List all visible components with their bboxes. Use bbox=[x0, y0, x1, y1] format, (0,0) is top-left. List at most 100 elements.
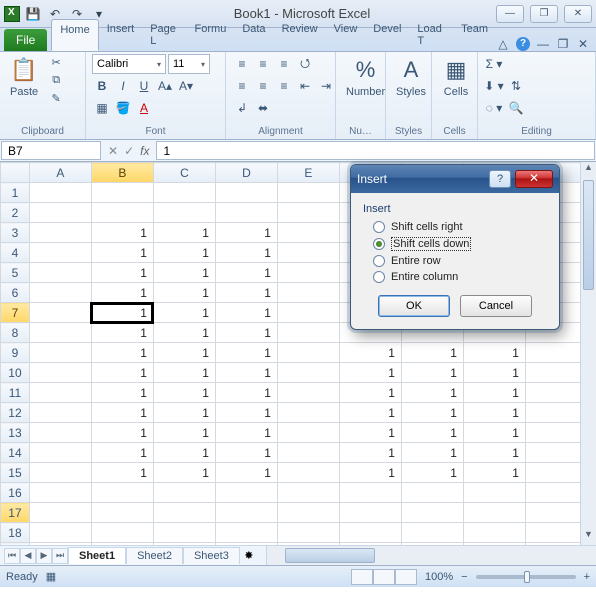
formula-input[interactable]: 1 bbox=[156, 141, 595, 160]
cell[interactable]: 1 bbox=[463, 343, 525, 363]
column-header[interactable]: C bbox=[153, 163, 215, 183]
paste-button[interactable]: 📋 Paste bbox=[6, 54, 42, 100]
cell[interactable] bbox=[29, 503, 91, 523]
page-layout-view-button[interactable] bbox=[373, 569, 395, 585]
cell[interactable] bbox=[339, 523, 401, 543]
cell[interactable] bbox=[153, 503, 215, 523]
cell[interactable] bbox=[91, 203, 153, 223]
font-color-button[interactable]: A bbox=[134, 98, 154, 118]
cell[interactable] bbox=[525, 503, 587, 523]
cell[interactable]: 1 bbox=[339, 383, 401, 403]
fx-icon[interactable]: fx bbox=[140, 144, 149, 158]
cell[interactable] bbox=[29, 243, 91, 263]
file-tab[interactable]: File bbox=[4, 29, 47, 51]
sheet-tab[interactable]: Sheet2 bbox=[126, 547, 183, 564]
cell[interactable] bbox=[339, 503, 401, 523]
cell[interactable]: 1 bbox=[91, 243, 153, 263]
cell[interactable] bbox=[91, 523, 153, 543]
cell[interactable]: 1 bbox=[153, 283, 215, 303]
cell[interactable] bbox=[277, 323, 339, 343]
cell[interactable] bbox=[401, 503, 463, 523]
ribbon-tab-view[interactable]: View bbox=[326, 19, 366, 51]
cell[interactable] bbox=[29, 203, 91, 223]
cell[interactable]: 1 bbox=[153, 303, 215, 323]
row-header[interactable]: 5 bbox=[1, 263, 30, 283]
ribbon-tab-page-l[interactable]: Page L bbox=[142, 19, 186, 51]
cell[interactable] bbox=[401, 523, 463, 543]
cell[interactable]: 1 bbox=[463, 423, 525, 443]
cell[interactable]: 1 bbox=[215, 463, 277, 483]
tab-nav-first[interactable]: ⏮ bbox=[4, 548, 20, 564]
enter-formula-icon[interactable]: ✓ bbox=[124, 144, 134, 158]
cell[interactable] bbox=[277, 263, 339, 283]
cell[interactable] bbox=[277, 183, 339, 203]
maximize-button[interactable]: ❐ bbox=[530, 5, 558, 23]
cell[interactable] bbox=[277, 363, 339, 383]
cell[interactable] bbox=[29, 283, 91, 303]
cell[interactable] bbox=[277, 343, 339, 363]
cell[interactable]: 1 bbox=[91, 323, 153, 343]
cell[interactable]: 1 bbox=[153, 223, 215, 243]
cell[interactable]: 1 bbox=[91, 363, 153, 383]
cell-styles-button[interactable]: AStyles bbox=[392, 54, 430, 100]
merge-center-button[interactable]: ⬌ bbox=[253, 98, 273, 118]
select-all-corner[interactable] bbox=[1, 163, 30, 183]
cell[interactable]: 1 bbox=[463, 363, 525, 383]
align-middle-button[interactable]: ≡ bbox=[253, 54, 273, 74]
zoom-slider-knob[interactable] bbox=[524, 571, 530, 583]
cell[interactable]: 1 bbox=[91, 383, 153, 403]
cell[interactable] bbox=[525, 443, 587, 463]
cell[interactable]: 1 bbox=[153, 323, 215, 343]
cell[interactable] bbox=[29, 523, 91, 543]
cell[interactable] bbox=[525, 523, 587, 543]
cell[interactable]: 1 bbox=[153, 383, 215, 403]
fill-button[interactable]: ⬇ ▾ bbox=[484, 76, 504, 96]
cell[interactable] bbox=[277, 203, 339, 223]
cell[interactable]: 1 bbox=[153, 263, 215, 283]
cell[interactable] bbox=[29, 363, 91, 383]
increase-indent-button[interactable]: ⇥ bbox=[316, 76, 336, 96]
cell[interactable]: 1 bbox=[153, 403, 215, 423]
autosum-button[interactable]: Σ ▾ bbox=[484, 54, 504, 74]
fill-color-button[interactable]: 🪣 bbox=[113, 98, 133, 118]
cell[interactable]: 1 bbox=[401, 363, 463, 383]
cell[interactable] bbox=[525, 403, 587, 423]
cell[interactable] bbox=[277, 243, 339, 263]
row-header[interactable]: 16 bbox=[1, 483, 30, 503]
row-header[interactable]: 12 bbox=[1, 403, 30, 423]
cell[interactable]: 1 bbox=[153, 243, 215, 263]
cell[interactable]: 1 bbox=[463, 443, 525, 463]
column-header[interactable]: E bbox=[277, 163, 339, 183]
cell[interactable] bbox=[525, 343, 587, 363]
insert-option-radio[interactable]: Shift cells down bbox=[373, 237, 547, 251]
ribbon-tab-team[interactable]: Team bbox=[453, 19, 496, 51]
cell[interactable] bbox=[29, 463, 91, 483]
cell[interactable] bbox=[29, 263, 91, 283]
cell[interactable] bbox=[91, 503, 153, 523]
cell[interactable]: 1 bbox=[91, 223, 153, 243]
cell[interactable]: 1 bbox=[401, 423, 463, 443]
ribbon-tab-load-t[interactable]: Load T bbox=[409, 19, 453, 51]
cell[interactable]: 1 bbox=[215, 283, 277, 303]
cell[interactable] bbox=[277, 463, 339, 483]
cell[interactable]: 1 bbox=[401, 343, 463, 363]
cell[interactable]: 1 bbox=[215, 243, 277, 263]
column-header[interactable]: B bbox=[91, 163, 153, 183]
vertical-scrollbar[interactable]: ▲ ▼ bbox=[580, 162, 596, 545]
row-header[interactable]: 13 bbox=[1, 423, 30, 443]
align-right-button[interactable]: ≡ bbox=[274, 76, 294, 96]
cell[interactable]: 1 bbox=[463, 463, 525, 483]
help-icon[interactable]: ? bbox=[516, 37, 530, 51]
ribbon-tab-devel[interactable]: Devel bbox=[365, 19, 409, 51]
italic-button[interactable]: I bbox=[113, 76, 133, 96]
cell[interactable] bbox=[153, 543, 215, 546]
cell[interactable]: 1 bbox=[91, 303, 153, 323]
cell[interactable] bbox=[463, 543, 525, 546]
cell[interactable]: 1 bbox=[463, 403, 525, 423]
cell[interactable]: 1 bbox=[91, 403, 153, 423]
cell[interactable] bbox=[215, 543, 277, 546]
dialog-help-button[interactable]: ? bbox=[489, 170, 511, 188]
row-header[interactable]: 9 bbox=[1, 343, 30, 363]
cut-button[interactable]: ✂ bbox=[46, 54, 66, 70]
cell[interactable] bbox=[91, 183, 153, 203]
